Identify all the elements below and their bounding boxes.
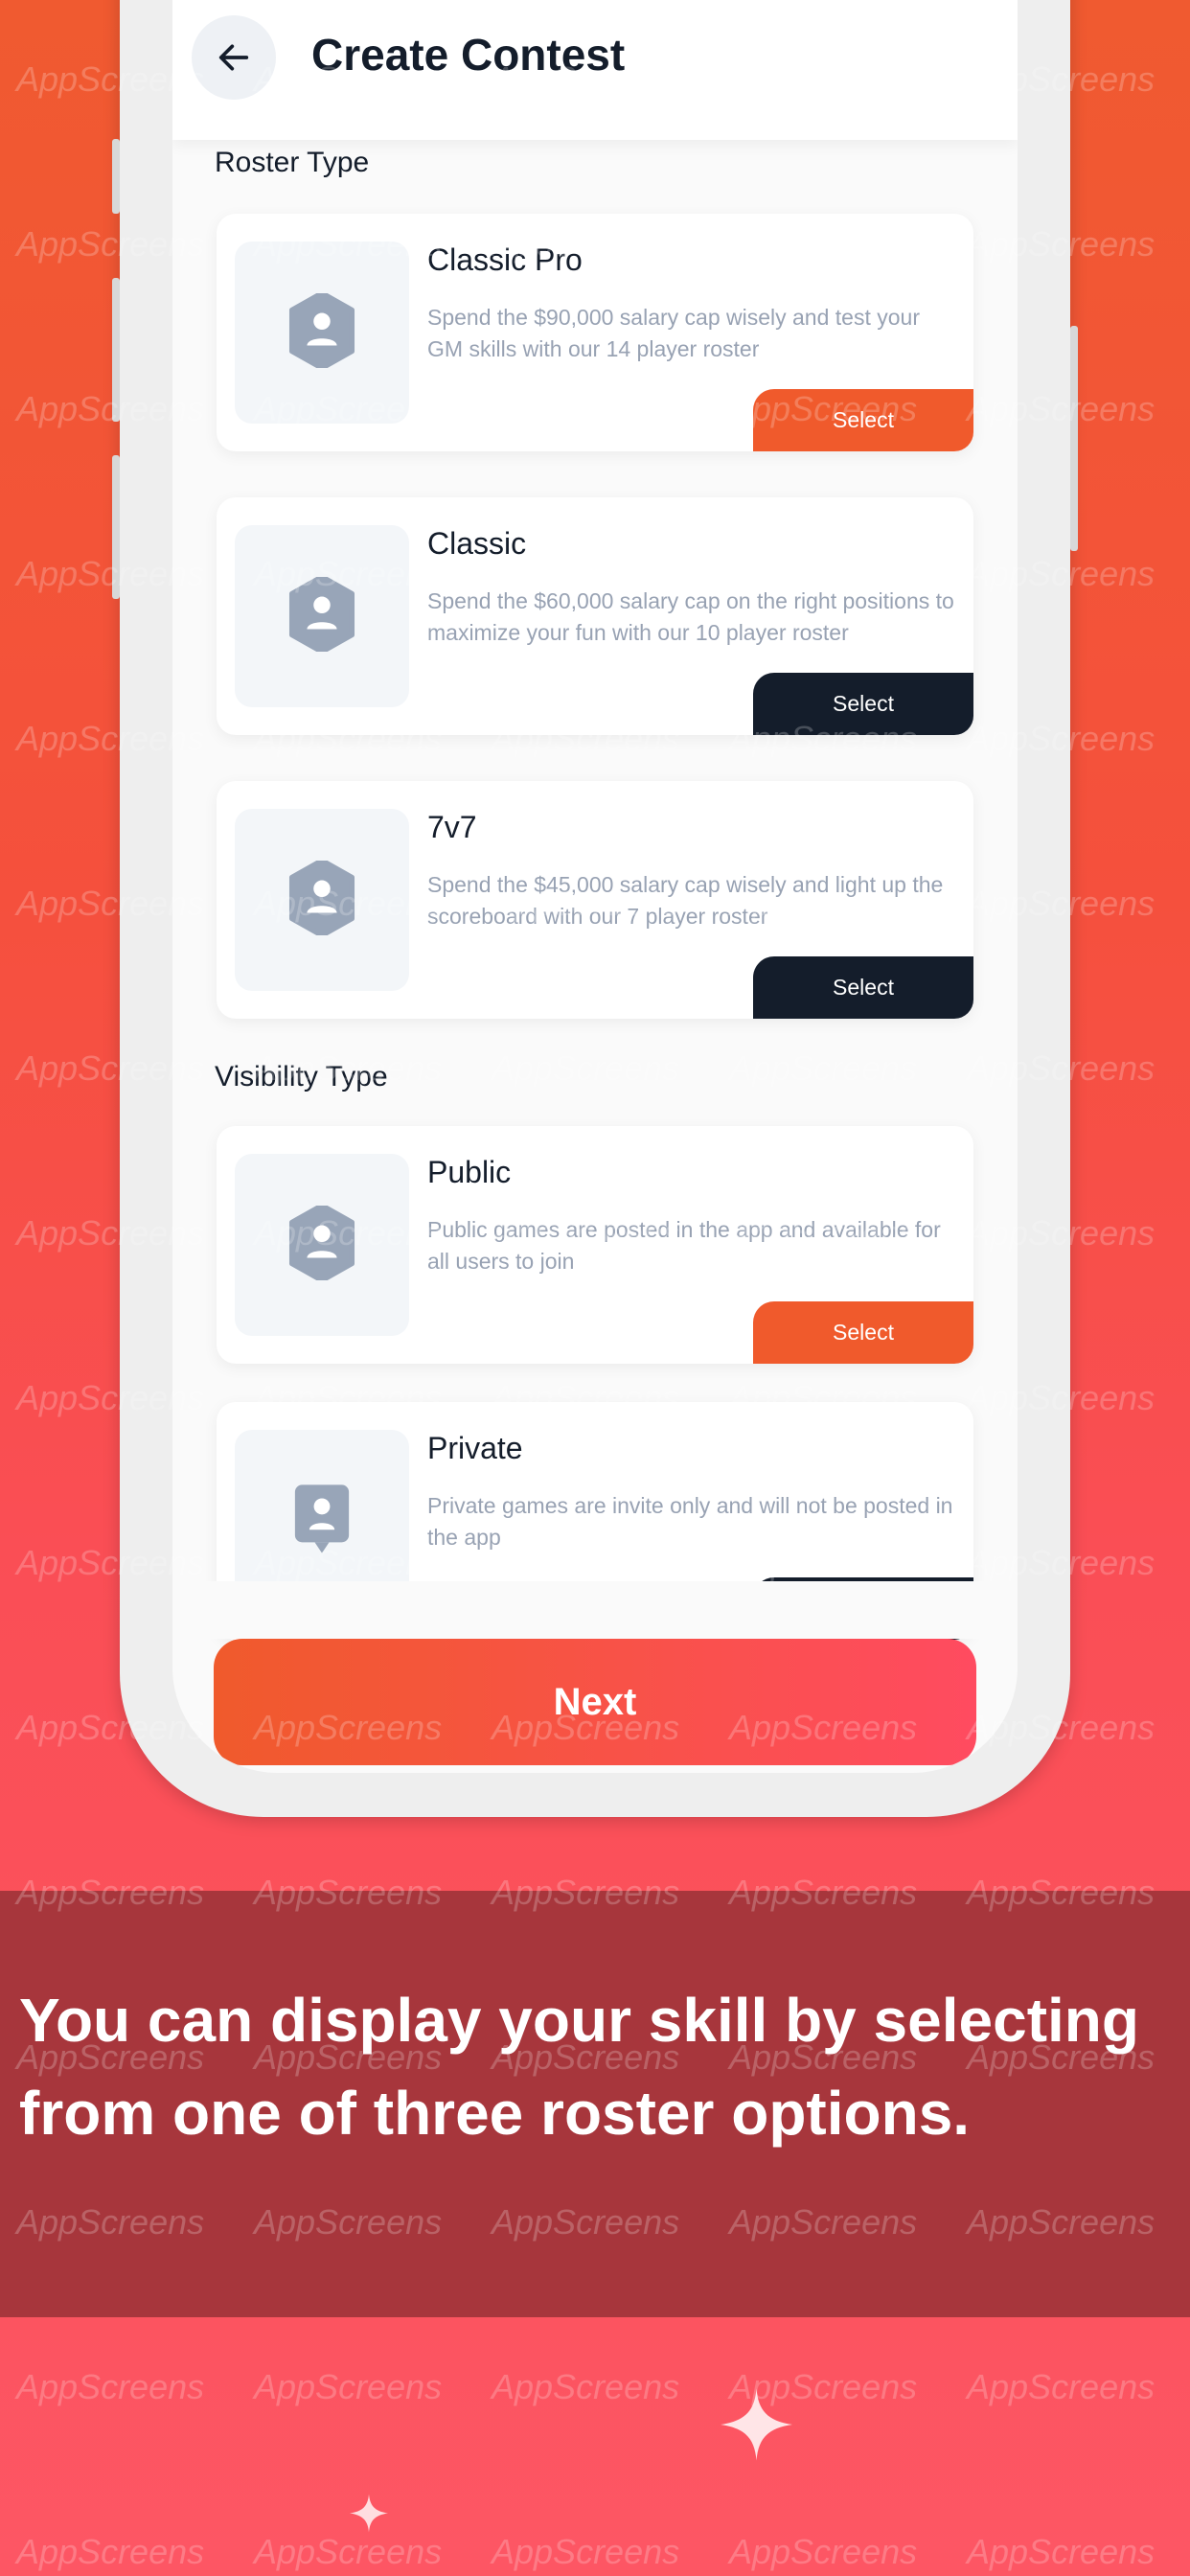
back-button[interactable] [192, 15, 276, 100]
card-title: Private [427, 1431, 523, 1465]
card-title: 7v7 [427, 810, 477, 844]
card-description: Spend the $60,000 salary cap on the righ… [427, 588, 954, 645]
sparkle-icon [350, 2494, 388, 2533]
visibility-type-heading: Visibility Type [215, 1061, 388, 1092]
card-icon-box [235, 1154, 409, 1336]
watermark: AppScreens [492, 2367, 680, 2406]
card-icon-box [235, 809, 409, 991]
card-icon-box [235, 525, 409, 707]
user-hexagon-icon [288, 1202, 355, 1285]
card-description: Spend the $90,000 salary cap wisely and … [427, 305, 920, 361]
user-hexagon-icon [288, 289, 355, 373]
card-description: Spend the $45,000 salary cap wisely and … [427, 872, 944, 929]
roster-type-heading: Roster Type [215, 147, 370, 178]
watermark: AppScreens [729, 2532, 918, 2571]
select-button[interactable]: Select [753, 389, 973, 451]
roster-card-classic-pro[interactable]: Classic Pro Spend the $90,000 salary cap … [217, 214, 973, 451]
watermark: AppScreens [967, 2367, 1156, 2406]
phone-side-button [112, 278, 120, 422]
header: Create Contest [172, 0, 1018, 140]
visibility-card-public[interactable]: Public Public games are posted in the app… [217, 1126, 973, 1364]
card-description: Public games are posted in the app and a… [427, 1217, 941, 1274]
watermark: AppScreens [492, 2532, 680, 2571]
watermark: AppScreens [16, 2367, 205, 2406]
next-button[interactable]: Next [214, 1639, 976, 1765]
sparkle-icon [721, 2388, 792, 2461]
phone-side-button [112, 139, 120, 214]
arrow-left-icon [218, 44, 249, 71]
user-pin-icon [293, 1483, 351, 1560]
select-button[interactable]: Select [753, 1301, 973, 1364]
caption-text: You can display your skill by selecting … [19, 1986, 1139, 2148]
card-title: Public [427, 1155, 512, 1189]
select-button[interactable]: Select [753, 956, 973, 1019]
watermark: AppScreens [254, 2532, 443, 2571]
roster-card-7v7[interactable]: 7v7 Spend the $45,000 salary cap wisely a… [217, 781, 973, 1019]
card-icon-box [235, 242, 409, 424]
roster-card-classic[interactable]: Classic Spend the $60,000 salary cap on t… [217, 497, 973, 735]
app-screen: Create Contest Roster Type Classic Pro Sp… [172, 0, 1018, 1773]
card-title: Classic Pro [427, 242, 583, 277]
phone-side-button [112, 455, 120, 599]
watermark: AppScreens [16, 2532, 205, 2571]
page-title: Create Contest [311, 30, 626, 80]
user-hexagon-icon [288, 857, 355, 940]
card-title: Classic [427, 526, 527, 561]
watermark: AppScreens [967, 2532, 1156, 2571]
scroll-fade [172, 1581, 1018, 1639]
watermark: AppScreens [254, 2367, 443, 2406]
select-button[interactable]: Select [753, 673, 973, 735]
phone-side-button [1070, 326, 1078, 551]
card-description: Private games are invite only and will n… [427, 1493, 953, 1550]
user-hexagon-icon [288, 573, 355, 656]
